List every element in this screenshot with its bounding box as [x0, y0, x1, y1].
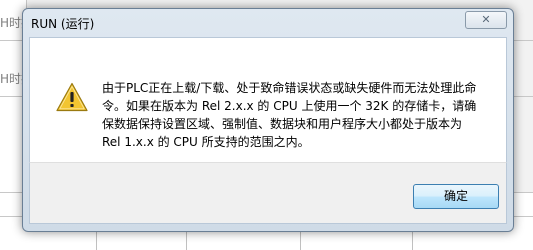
message-line: Rel 1.x.x 的 CPU 所支持的范围之内。 — [102, 135, 310, 149]
dialog-title: RUN (运行) — [31, 17, 95, 31]
dialog-button-bar: 确定 — [29, 162, 507, 224]
dialog-message: 由于PLC正在上载/下载、处于致命错误状态或缺失硬件而无法处理此命 令。如果在版… — [102, 79, 502, 151]
run-dialog: RUN (运行) ✕ 由于PLC正在上载/下载、处于致命错误状态或缺失硬件而无法… — [22, 8, 514, 232]
close-button[interactable]: ✕ — [465, 11, 507, 29]
message-line: 由于PLC正在上载/下载、处于致命错误状态或缺失硬件而无法处理此命 — [102, 81, 477, 95]
dialog-message-area: 由于PLC正在上载/下载、处于致命错误状态或缺失硬件而无法处理此命 令。如果在版… — [29, 37, 507, 162]
dialog-titlebar[interactable]: RUN (运行) ✕ — [23, 9, 513, 37]
ok-button[interactable]: 确定 — [413, 184, 499, 209]
message-line: 保数据保持设置区域、强制值、数据块和用户程序大小都处于版本为 — [102, 117, 463, 131]
warning-icon — [56, 82, 88, 112]
message-line: 令。如果在版本为 Rel 2.x.x 的 CPU 上使用一个 32K 的存储卡，… — [102, 99, 477, 113]
close-icon: ✕ — [481, 13, 491, 26]
